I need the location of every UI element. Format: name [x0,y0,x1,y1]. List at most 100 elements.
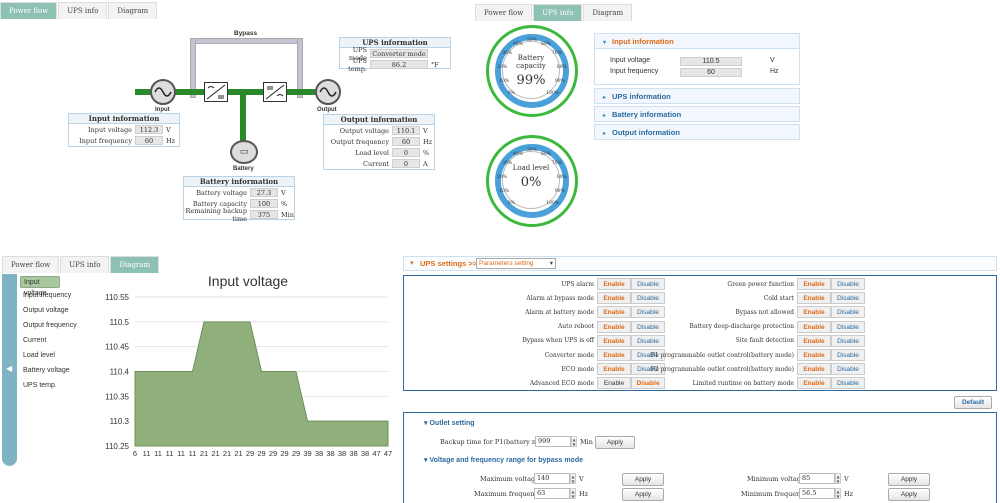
max-voltage-apply-button[interactable]: Apply [622,473,664,486]
setting-name: Site fault detection [735,337,794,345]
tab-power-flow-3[interactable]: Power flow [2,256,60,273]
min-frequency-input[interactable]: 56.5 [799,488,835,499]
battery-capacity-value: 100 [250,199,278,208]
ups-info-tabbar: Power flow UPS info Diagram [475,4,633,21]
diagram-menu-output-voltage[interactable]: Output voltage [20,303,77,318]
enable-button[interactable]: Enable [797,292,831,305]
diagram-menu-ups-temp[interactable]: UPS temp. [20,378,77,393]
min-frequency-label: Minimum frequency [741,490,808,498]
diagram-menu-current[interactable]: Current [20,333,77,348]
accordion-input-information[interactable]: ▾ Input information [594,33,800,49]
chart-x-tick: 39 [303,449,311,458]
setting-row: Bypass not allowed Enable Disable [620,305,865,319]
enable-button[interactable]: Enable [797,349,831,361]
acc-input-voltage-value: 110.5 [680,57,742,66]
diagram-sidebar-toggle[interactable]: ◀ [2,274,17,466]
diagram-menu-battery-voltage[interactable]: Battery voltage [20,363,77,378]
load-level-gauge: Load level 0% 0% 10% 20% 30% 40% 50% 60% 70% 80%… [486,135,578,227]
input-voltage-unit: V [166,125,171,134]
tab-diagram[interactable]: Diagram [108,2,158,19]
diagram-menu-input-voltage[interactable]: Input voltage [20,276,60,297]
enable-button[interactable]: Enable [797,306,831,319]
diagram-menu-output-frequency[interactable]: Output frequency [20,318,77,333]
ups-temp-label: UPS temp. [348,56,367,73]
tab-power-flow[interactable]: Power flow [0,2,58,19]
battery-pipe [240,92,246,142]
tab-diagram-2[interactable]: Diagram [583,4,633,21]
tab-ups-info[interactable]: UPS info [58,2,108,19]
gauge-tick-label: 100% [546,90,560,96]
gauge-tick-label: 50% [527,148,538,153]
chart-x-tick: 29 [269,449,277,458]
min-frequency-apply-button[interactable]: Apply [888,488,930,501]
min-voltage-input[interactable]: 85 [799,473,835,484]
gauge-tick-label: 40% [512,41,523,47]
enable-button[interactable]: Enable [797,334,831,347]
input-information-box: Input information Input voltage 112.3 V In… [68,113,180,147]
chart-x-tick: 21 [223,449,231,458]
max-frequency-input[interactable]: 63 [534,488,570,499]
setting-name: P2 programmable outlet control(battery m… [650,365,794,373]
disable-button[interactable]: Disable [831,377,865,390]
accordion-battery-information[interactable]: ▸ Battery information [594,106,800,122]
min-frequency-stepper[interactable]: ▲ ▼ [835,488,841,499]
chart-x-tick: 29 [257,449,265,458]
disable-button[interactable]: Disable [831,349,865,361]
disable-button[interactable]: Disable [831,334,865,347]
gauge-tick-label: 10% [499,79,510,85]
output-frequency-value: 60 [392,137,420,146]
acc-input-voltage-unit: V [770,57,775,64]
tab-ups-info-2[interactable]: UPS info [533,4,583,21]
diagram-menu-load-level[interactable]: Load level [20,348,77,363]
outlet-setting-title: ▾ Outlet setting [424,419,475,427]
backup-time-stepper[interactable]: ▲ ▼ [571,436,577,447]
chart-x-tick: 11 [166,449,174,458]
chart-y-tick: 110.25 [105,442,129,451]
disable-button[interactable]: Disable [831,306,865,319]
max-voltage-input[interactable]: 140 [534,473,570,484]
enable-button[interactable]: Enable [797,377,831,390]
backup-time-input[interactable]: 999 [535,436,571,447]
tab-power-flow-2[interactable]: Power flow [475,4,533,21]
accordion-ups-information[interactable]: ▸ UPS information [594,88,800,104]
setting-name: Bypass not allowed [735,308,794,316]
gauge-tick-label: 20% [497,64,508,70]
setting-name: Limited runtime on battery mode [692,379,794,387]
diagram-menu-input-frequency[interactable]: Input frequency [20,288,77,303]
disable-button[interactable]: Disable [831,363,865,376]
min-voltage-apply-button[interactable]: Apply [888,473,930,486]
input-frequency-label: Input frequency [79,136,132,145]
current-value: 0 [392,159,420,168]
enable-button[interactable]: Enable [797,278,831,290]
disable-button[interactable]: Disable [831,278,865,290]
max-frequency-apply-button[interactable]: Apply [622,488,664,501]
vf-range-title-text: Voltage and frequency range for bypass m… [429,457,583,464]
default-button[interactable]: Default [954,396,992,409]
battery-voltage-value: 27.3 [250,188,278,197]
ups-temp-value: 86.2 [370,60,428,69]
accordion-output-information[interactable]: ▸ Output information [594,124,800,140]
ups-temp-unit: °F [431,60,439,69]
output-voltage-value: 110.1 [392,126,420,135]
gauge-tick-label: 80% [556,64,567,70]
max-frequency-stepper[interactable]: ▲ ▼ [570,488,576,499]
setting-name: Alarm at bypass mode [526,294,594,302]
battery-capacity-gauge-value: 99% [516,73,546,88]
disable-button[interactable]: Disable [831,292,865,305]
bypass-pipe-top [190,38,303,44]
chart-x-tick: 38 [361,449,369,458]
power-flow-tabbar: Power flow UPS info Diagram [0,2,158,19]
chart-x-tick: 11 [189,449,197,458]
min-frequency-unit: Hz [844,490,854,498]
backup-time-unit: Min [580,438,593,446]
battery-label: Battery [233,166,254,172]
enable-button[interactable]: Enable [797,320,831,333]
backup-time-apply-button[interactable]: Apply [595,436,635,449]
parameters-dropdown[interactable]: Parameters setting ▾ [476,258,556,269]
min-voltage-stepper[interactable]: ▲ ▼ [835,473,841,484]
max-voltage-stepper[interactable]: ▲ ▼ [570,473,576,484]
disable-button[interactable]: Disable [831,320,865,333]
enable-button[interactable]: Enable [797,363,831,376]
max-voltage-unit: V [579,475,584,483]
ups-mode-value: Converter mode [370,49,428,58]
